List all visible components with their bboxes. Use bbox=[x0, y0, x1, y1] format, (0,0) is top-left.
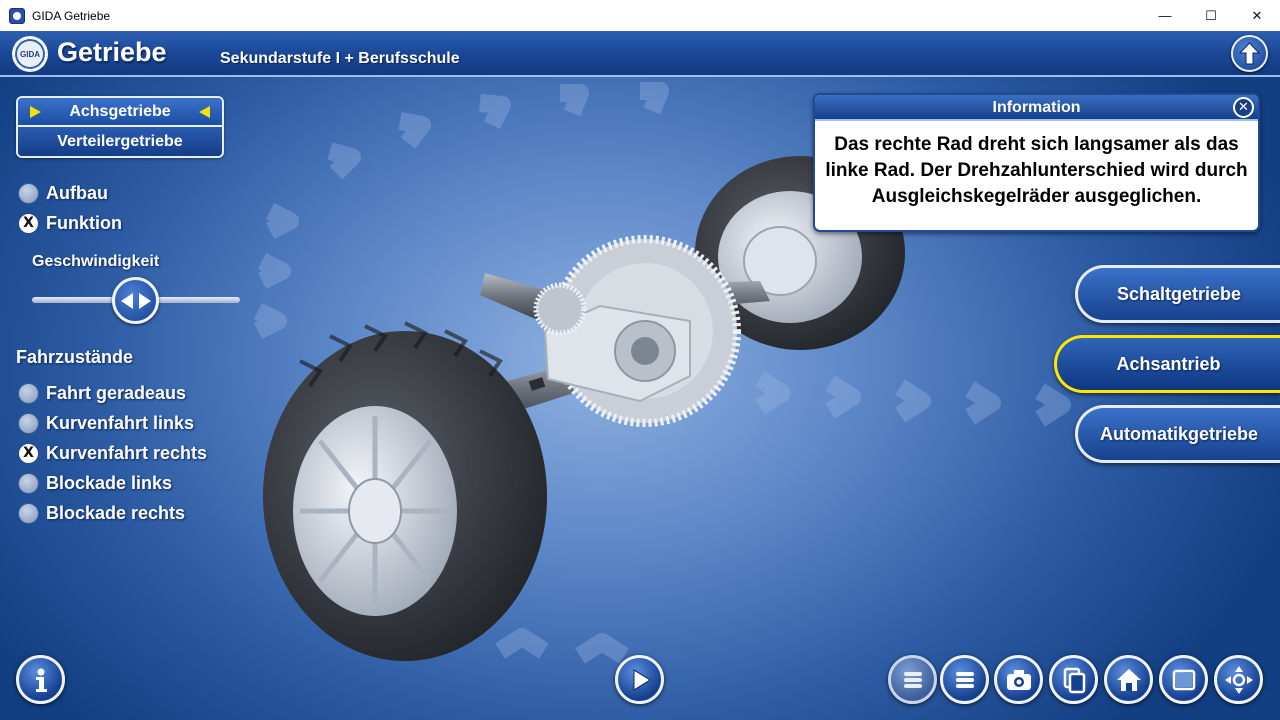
radio-circle[interactable] bbox=[18, 502, 39, 524]
close-icon: ✕ bbox=[1238, 99, 1249, 114]
selector-verteilergetriebe[interactable]: Verteilergetriebe bbox=[18, 127, 222, 156]
radio-funktion[interactable]: Funktion bbox=[18, 211, 122, 235]
radio-blockade-rechts[interactable]: Blockade rechts bbox=[18, 501, 185, 525]
play-button[interactable] bbox=[615, 655, 664, 704]
list-icon bbox=[903, 671, 922, 688]
speed-label: Geschwindigkeit bbox=[32, 253, 160, 270]
app-subtitle: Sekundarstufe I + Berufsschule bbox=[220, 50, 460, 67]
up-button[interactable] bbox=[1231, 35, 1268, 72]
nav-label: Automatikgetriebe bbox=[1099, 423, 1259, 444]
driving-states-title: Fahrzustände bbox=[16, 347, 134, 367]
nav-label: Schaltgetriebe bbox=[1116, 283, 1242, 304]
home-button[interactable] bbox=[1104, 655, 1153, 704]
window-button[interactable] bbox=[1159, 655, 1208, 704]
camera-icon bbox=[1006, 669, 1031, 690]
list-icon bbox=[955, 671, 974, 688]
radio-aufbau[interactable]: Aufbau bbox=[18, 181, 108, 205]
nav-automatikgetriebe[interactable]: Automatikgetriebe bbox=[1075, 405, 1280, 463]
list-view-button-2[interactable] bbox=[940, 655, 989, 704]
home-icon bbox=[1116, 668, 1141, 691]
information-panel: Information ✕ Das rechte Rad dreht sich … bbox=[813, 93, 1260, 232]
speed-slider-knob[interactable] bbox=[112, 277, 159, 324]
radio-circle[interactable] bbox=[18, 182, 39, 204]
radio-circle-checked[interactable] bbox=[18, 212, 39, 234]
app-header: GIDA Getriebe Sekundarstufe I + Berufssc… bbox=[0, 31, 1280, 77]
window-title: GIDA Getriebe bbox=[32, 8, 111, 23]
info-button[interactable] bbox=[16, 655, 65, 704]
arrow-up-icon bbox=[1238, 42, 1261, 65]
radio-label: Kurvenfahrt rechts bbox=[46, 442, 208, 463]
app-area: GIDA Getriebe Sekundarstufe I + Berufssc… bbox=[0, 31, 1280, 720]
information-title: Information bbox=[815, 95, 1258, 121]
radio-label: Aufbau bbox=[46, 182, 108, 203]
radio-circle[interactable] bbox=[18, 412, 39, 434]
screenshot-button[interactable] bbox=[994, 655, 1043, 704]
close-info-button[interactable]: ✕ bbox=[1233, 97, 1254, 118]
nav-schaltgetriebe[interactable]: Schaltgetriebe bbox=[1075, 265, 1280, 323]
radio-label: Kurvenfahrt links bbox=[46, 412, 195, 433]
radio-label: Blockade rechts bbox=[46, 502, 186, 523]
info-icon bbox=[35, 668, 47, 692]
maximize-button[interactable]: ☐ bbox=[1188, 0, 1234, 31]
minimize-button[interactable]: — bbox=[1142, 0, 1188, 31]
radio-blockade-links[interactable]: Blockade links bbox=[18, 471, 172, 495]
close-window-button[interactable]: ✕ bbox=[1234, 0, 1280, 31]
play-icon bbox=[633, 668, 651, 691]
radio-circle[interactable] bbox=[18, 382, 39, 404]
radio-kurvenfahrt-rechts[interactable]: Kurvenfahrt rechts bbox=[18, 441, 207, 465]
arrow-right-marker-icon bbox=[30, 106, 41, 118]
selector-active-label: Achsgetriebe bbox=[69, 102, 171, 120]
app-icon bbox=[9, 7, 25, 24]
left-right-arrows-icon bbox=[120, 292, 151, 309]
move-icon bbox=[1224, 665, 1253, 694]
window-titlebar: GIDA Getriebe — ☐ ✕ bbox=[0, 0, 1280, 31]
radio-kurvenfahrt-links[interactable]: Kurvenfahrt links bbox=[18, 411, 194, 435]
copy-icon bbox=[1063, 667, 1085, 693]
copy-button[interactable] bbox=[1049, 655, 1098, 704]
radio-circle-checked[interactable] bbox=[18, 442, 39, 464]
nav-label: Achsantrieb bbox=[1116, 353, 1221, 374]
radio-label: Blockade links bbox=[46, 472, 173, 493]
gida-logo: GIDA bbox=[12, 36, 48, 72]
gearbox-selector: Achsgetriebe Verteilergetriebe bbox=[16, 96, 224, 158]
selector-inactive-label: Verteilergetriebe bbox=[57, 132, 183, 150]
information-text: Das rechte Rad dreht sich langsamer als … bbox=[825, 134, 1248, 207]
arrow-left-marker-icon bbox=[199, 106, 210, 118]
radio-circle[interactable] bbox=[18, 472, 39, 494]
logo-text: GIDA bbox=[20, 49, 40, 59]
list-view-button-1[interactable] bbox=[888, 655, 937, 704]
selector-achsgetriebe[interactable]: Achsgetriebe bbox=[18, 98, 222, 127]
radio-label: Fahrt geradeaus bbox=[46, 382, 187, 403]
window-icon bbox=[1172, 669, 1195, 690]
radio-fahrt-geradeaus[interactable]: Fahrt geradeaus bbox=[18, 381, 186, 405]
move-button[interactable] bbox=[1214, 655, 1263, 704]
app-title: Getriebe bbox=[57, 37, 167, 67]
radio-label: Funktion bbox=[46, 212, 122, 233]
nav-achsantrieb[interactable]: Achsantrieb bbox=[1054, 335, 1280, 393]
